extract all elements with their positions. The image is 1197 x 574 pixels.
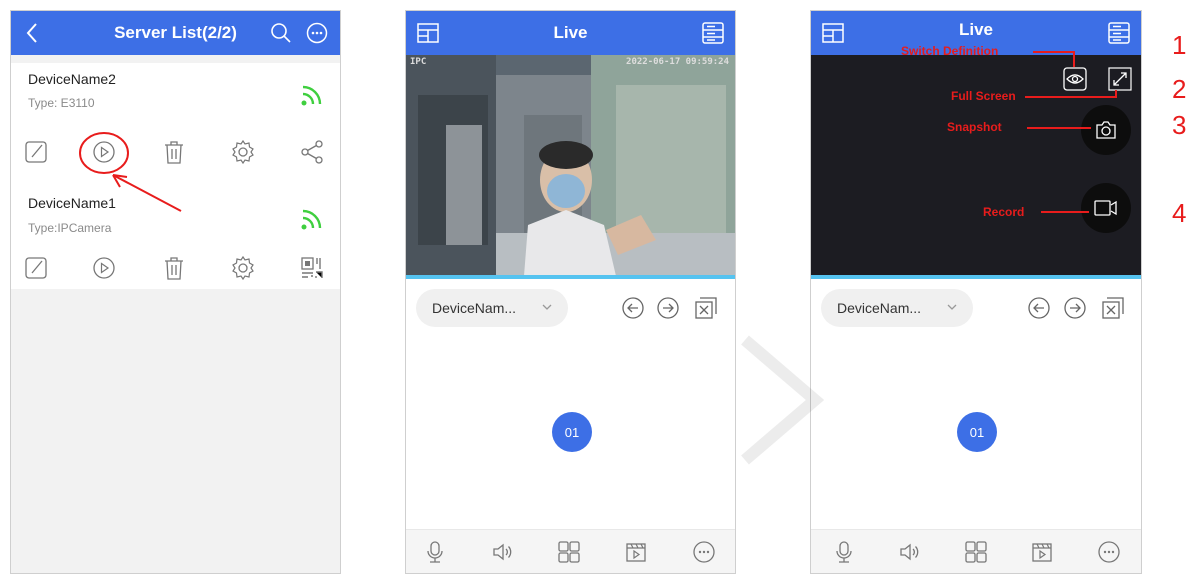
bottom-toolbar: [406, 529, 735, 573]
annotation-line: [1073, 51, 1075, 67]
microphone-icon[interactable]: [423, 540, 447, 564]
device-list-icon[interactable]: [699, 11, 727, 55]
selected-window-indicator: [811, 275, 1141, 279]
annotation-line: [1041, 211, 1089, 213]
chevron-down-icon: [542, 304, 552, 310]
back-icon[interactable]: [17, 11, 47, 55]
channel-badge[interactable]: 01: [957, 412, 997, 452]
selected-window-indicator: [406, 275, 735, 279]
channel-badge[interactable]: 01: [552, 412, 592, 452]
record-label: Record: [983, 205, 1025, 219]
camera-icon: [1096, 121, 1116, 139]
device-name: DeviceName2: [28, 71, 116, 87]
close-window-icon[interactable]: [694, 296, 718, 320]
switch-definition-label: Switch Definition: [901, 44, 999, 58]
device-selector-label: DeviceNam...: [837, 300, 922, 316]
page-title: Live: [553, 23, 588, 42]
chevron-down-icon: [947, 304, 957, 310]
bottom-toolbar: [811, 529, 1141, 573]
page-title: Live: [958, 20, 994, 39]
annotation-line: [1027, 127, 1091, 129]
previous-icon[interactable]: [1027, 296, 1051, 320]
osd-timestamp: 2022-06-17 09:59:24: [626, 57, 729, 67]
device-selector[interactable]: DeviceNam...: [416, 289, 568, 327]
split-screen-icon[interactable]: [964, 540, 988, 564]
split-screen-icon[interactable]: [557, 540, 581, 564]
record-button[interactable]: [1081, 183, 1131, 233]
live-video-view[interactable]: IPC 2022-06-17 09:59:24: [406, 55, 735, 276]
more-icon[interactable]: [1097, 540, 1121, 564]
device-selector[interactable]: DeviceNam...: [821, 289, 973, 327]
share-icon[interactable]: [299, 139, 325, 165]
step-number: 4: [1172, 198, 1187, 228]
watermark-logo: [741, 335, 825, 465]
step-number: 2: [1172, 74, 1187, 104]
speaker-icon[interactable]: [898, 540, 922, 564]
device-list-icon[interactable]: [1105, 11, 1133, 55]
signal-icon: [300, 81, 326, 112]
step-number: 1: [1172, 30, 1187, 60]
playback-icon[interactable]: [624, 540, 648, 564]
microphone-icon[interactable]: [832, 540, 856, 564]
qr-code-icon[interactable]: [299, 255, 325, 281]
full-screen-icon[interactable]: [1108, 67, 1132, 91]
gear-icon[interactable]: [230, 255, 256, 281]
gear-icon[interactable]: [230, 139, 256, 165]
layout-icon[interactable]: [414, 11, 442, 55]
osd-camera-label: IPC: [410, 57, 427, 67]
highlight-annotation: [79, 132, 182, 212]
snapshot-label: Snapshot: [947, 120, 1002, 134]
annotation-line: [1033, 51, 1075, 53]
nav-bar: Server List(2/2): [11, 11, 340, 55]
device-type: Type:IPCamera: [28, 221, 112, 235]
edit-icon[interactable]: [24, 255, 50, 281]
play-icon[interactable]: [91, 255, 117, 281]
playback-icon[interactable]: [1030, 540, 1054, 564]
live-annotated-screen: Live Switch Definition Full Screen Snaps…: [810, 10, 1142, 574]
step-number: 3: [1172, 110, 1187, 140]
device-selector-label: DeviceNam...: [432, 300, 517, 316]
switch-definition-icon[interactable]: [1063, 67, 1087, 91]
layout-icon[interactable]: [819, 11, 847, 55]
snapshot-button[interactable]: [1081, 105, 1131, 155]
live-screen: Live IPC 2022-06-17 09:59:24 DeviceNam..…: [405, 10, 736, 574]
page-title: Server List(2/2): [114, 23, 237, 42]
search-icon[interactable]: [266, 11, 296, 55]
edit-icon[interactable]: [24, 139, 50, 165]
nav-bar: Live: [406, 11, 735, 55]
full-screen-label: Full Screen: [951, 89, 1016, 103]
server-list-screen: Server List(2/2) DeviceName2 Type: E3110: [10, 10, 341, 574]
device-type: Type: E3110: [28, 96, 95, 110]
video-record-icon: [1094, 200, 1117, 216]
close-window-icon[interactable]: [1101, 296, 1125, 320]
next-icon[interactable]: [656, 296, 680, 320]
more-icon[interactable]: [692, 540, 716, 564]
camera-feed-image: [406, 55, 735, 276]
next-icon[interactable]: [1063, 296, 1087, 320]
previous-icon[interactable]: [621, 296, 645, 320]
annotation-line: [1115, 90, 1117, 98]
more-icon[interactable]: [302, 11, 332, 55]
signal-icon: [300, 205, 326, 236]
trash-icon[interactable]: [161, 255, 187, 281]
speaker-icon[interactable]: [491, 540, 515, 564]
annotation-line: [1025, 96, 1117, 98]
